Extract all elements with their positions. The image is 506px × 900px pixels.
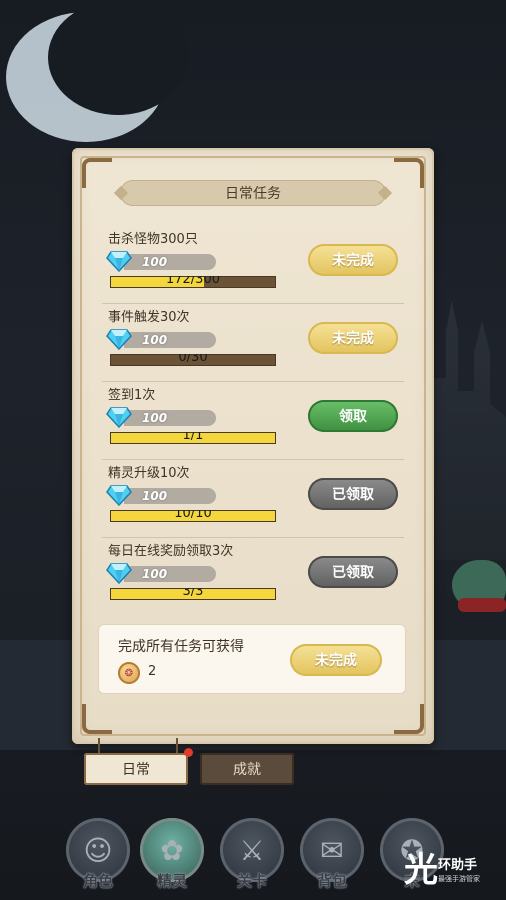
- reward-amount: 100: [142, 489, 168, 503]
- task-status-button[interactable]: 未完成: [308, 322, 398, 354]
- nav-item-1[interactable]: ✿ 精灵: [136, 818, 208, 896]
- reward-amount: 100: [142, 255, 168, 269]
- progress-bar: 3/3: [110, 588, 276, 600]
- nav-label: 背包: [316, 872, 347, 890]
- task-divider: [102, 303, 404, 304]
- watermark-logo-icon: 光: [404, 850, 438, 890]
- tab-hanger: [98, 738, 100, 754]
- reward-bar: [124, 410, 216, 426]
- coin-count: 2: [148, 664, 157, 679]
- diamond-icon: [106, 329, 132, 350]
- progress-text: 3/3: [182, 588, 204, 599]
- corner-ornament: [394, 704, 424, 734]
- task-divider: [102, 537, 404, 538]
- reward-amount: 100: [142, 411, 168, 425]
- progress-text: 1/1: [182, 432, 204, 443]
- goblin-scarf: [458, 598, 506, 612]
- task-name: 击杀怪物300只: [108, 232, 198, 247]
- completion-status-button[interactable]: 未完成: [290, 644, 382, 676]
- reward-bar: [124, 488, 216, 504]
- panel-title: 日常任务: [120, 180, 386, 206]
- coin-icon: ❂: [118, 662, 140, 684]
- nav-item-2[interactable]: ⚔ 关卡: [216, 818, 288, 896]
- nav-label: 角色: [82, 872, 113, 890]
- corner-ornament: [82, 704, 112, 734]
- task-row: 精灵升级10次 100 10/10 已领取: [102, 462, 404, 538]
- task-status-button[interactable]: 领取: [308, 400, 398, 432]
- notification-dot: [184, 748, 193, 757]
- reward-amount: 100: [142, 333, 168, 347]
- daily-tasks-panel: 日常任务 击杀怪物300只 100 172/300 未完成 事件触发30次 100 0/30…: [72, 148, 434, 744]
- tab-hanger: [176, 738, 178, 754]
- tab-daily[interactable]: 日常: [84, 753, 188, 785]
- task-row: 每日在线奖励领取3次 100 3/3 已领取: [102, 540, 404, 616]
- task-name: 每日在线奖励领取3次: [108, 544, 234, 559]
- nav-item-0[interactable]: ☺ 角色: [62, 818, 134, 896]
- reward-bar: [124, 566, 216, 582]
- moon-shadow: [48, 0, 188, 115]
- progress-text: 0/30: [178, 354, 208, 365]
- tab-achievements[interactable]: 成就: [200, 753, 294, 785]
- diamond-icon: [106, 485, 132, 506]
- diamond-icon: [106, 251, 132, 272]
- task-status-button[interactable]: 已领取: [308, 478, 398, 510]
- task-row: 击杀怪物300只 100 172/300 未完成: [102, 228, 404, 304]
- watermark-subtitle: 最强手游管家: [438, 875, 480, 883]
- task-name: 精灵升级10次: [108, 466, 190, 481]
- progress-text: 10/10: [174, 510, 212, 521]
- progress-bar: 1/1: [110, 432, 276, 444]
- watermark: 光 环助手 最强手游管家: [404, 850, 500, 892]
- corner-ornament: [82, 158, 112, 188]
- task-row: 签到1次 100 1/1 领取: [102, 384, 404, 460]
- nav-item-3[interactable]: ✉ 背包: [296, 818, 368, 896]
- reward-bar: [124, 254, 216, 270]
- nav-label: 关卡: [236, 872, 267, 890]
- reward-bar: [124, 332, 216, 348]
- reward-amount: 100: [142, 567, 168, 581]
- progress-bar: 10/10: [110, 510, 276, 522]
- progress-text: 172/300: [165, 276, 220, 287]
- castle-silhouette: [426, 300, 506, 560]
- task-divider: [102, 459, 404, 460]
- task-row: 事件触发30次 100 0/30 未完成: [102, 306, 404, 382]
- corner-ornament: [394, 158, 424, 188]
- task-status-button[interactable]: 已领取: [308, 556, 398, 588]
- task-name: 事件触发30次: [108, 310, 190, 325]
- nav-label: 精灵: [156, 872, 187, 890]
- completion-reward-box: 完成所有任务可获得 ❂ 2 未完成: [98, 624, 406, 694]
- completion-reward-text: 完成所有任务可获得: [118, 639, 244, 655]
- progress-bar: 0/30: [110, 354, 276, 366]
- task-status-button[interactable]: 未完成: [308, 244, 398, 276]
- task-name: 签到1次: [108, 388, 156, 403]
- progress-bar: 172/300: [110, 276, 276, 288]
- diamond-icon: [106, 407, 132, 428]
- diamond-icon: [106, 563, 132, 584]
- watermark-title: 环助手: [438, 858, 478, 873]
- task-divider: [102, 381, 404, 382]
